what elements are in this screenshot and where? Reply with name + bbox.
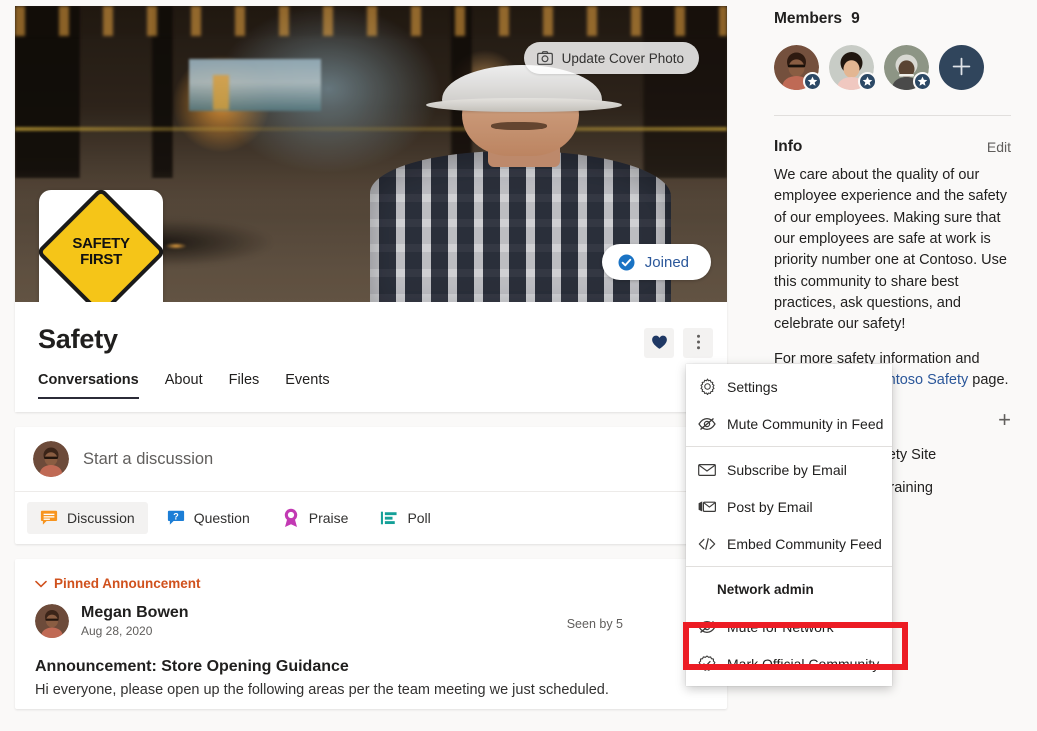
logo-line-2: FIRST: [72, 252, 129, 268]
menu-item-label: Settings: [727, 379, 778, 395]
member-avatar-2[interactable]: [829, 45, 874, 90]
menu-item-mute-for-network[interactable]: Mute for Network: [686, 608, 892, 645]
joined-button[interactable]: Joined: [602, 244, 711, 280]
community-title-row: Safety Conversations About Files Events: [15, 302, 727, 412]
post-type-praise-label: Praise: [309, 510, 349, 526]
post-author-avatar: [35, 604, 69, 638]
post-date: Aug 28, 2020: [81, 624, 189, 638]
praise-icon: [282, 509, 300, 527]
post-type-question-label: Question: [194, 510, 250, 526]
camera-icon: [536, 49, 554, 67]
post-type-question[interactable]: ? Question: [154, 502, 263, 534]
safety-first-sign-icon: SAFETY FIRST: [36, 187, 166, 317]
menu-section-network-admin: Network admin: [686, 571, 892, 608]
post-composer: Start a discussion Discussion ? Question: [15, 427, 727, 544]
info-body-2-suffix: page.: [968, 372, 1008, 388]
menu-item-label: Mark Official Community: [727, 656, 879, 672]
menu-item-settings[interactable]: Settings: [686, 368, 892, 405]
community-logo: SAFETY FIRST: [39, 190, 163, 314]
svg-text:?: ?: [173, 511, 179, 521]
pinned-announcement-label: Pinned Announcement: [54, 576, 201, 591]
update-cover-photo-label: Update Cover Photo: [562, 51, 684, 66]
member-avatar-1[interactable]: [774, 45, 819, 90]
post-seen-by: Seen by 5: [567, 617, 623, 631]
question-icon: ?: [167, 509, 185, 527]
favorite-button[interactable]: [644, 328, 674, 358]
composer-placeholder: Start a discussion: [83, 450, 213, 469]
post-author-name[interactable]: Megan Bowen: [81, 604, 189, 622]
page-title: Safety: [38, 324, 711, 355]
info-body: We care about the quality of our employe…: [774, 165, 1011, 336]
post-type-praise[interactable]: Praise: [269, 502, 362, 534]
info-title: Info: [774, 138, 802, 156]
star-icon: [803, 72, 822, 91]
logo-line-1: SAFETY: [72, 236, 129, 252]
members-title: Members: [774, 10, 842, 28]
members-count: 9: [851, 10, 860, 28]
members-avatars: [774, 45, 1011, 90]
joined-label: Joined: [645, 254, 689, 271]
add-member-button[interactable]: [939, 45, 984, 90]
menu-item-post-by-email[interactable]: Post by Email: [686, 488, 892, 525]
chevron-down-icon: [35, 576, 47, 591]
menu-separator: [686, 566, 892, 567]
community-actions: [644, 328, 713, 358]
star-icon: [858, 72, 877, 91]
community-options-menu: Settings Mute Community in Feed Subscrib…: [686, 364, 892, 686]
plus-icon: [952, 57, 971, 79]
menu-item-mark-official-community[interactable]: Mark Official Community: [686, 645, 892, 682]
mute-feed-icon: [698, 618, 716, 636]
post-body: Hi everyone, please open up the followin…: [35, 680, 707, 701]
menu-separator: [686, 446, 892, 447]
ellipsis-vertical-icon: [696, 333, 701, 354]
star-icon: [913, 72, 932, 91]
post-type-poll-label: Poll: [407, 510, 430, 526]
menu-item-mute-community-in-feed[interactable]: Mute Community in Feed: [686, 405, 892, 442]
post-title: Announcement: Store Opening Guidance: [35, 658, 707, 676]
gear-icon: [698, 378, 716, 396]
members-header: Members 9: [774, 10, 1011, 28]
more-options-button[interactable]: [683, 328, 713, 358]
community-header-card: Update Cover Photo Joined SAFETY FIRST: [15, 6, 727, 412]
mute-feed-icon: [698, 415, 716, 433]
post-type-discussion[interactable]: Discussion: [27, 502, 148, 534]
post-type-discussion-label: Discussion: [67, 510, 135, 526]
tab-conversations[interactable]: Conversations: [38, 372, 139, 399]
post-header: Megan Bowen Aug 28, 2020 Seen by 5: [35, 604, 707, 638]
info-section-header: Info Edit: [774, 138, 1011, 156]
sidebar-divider: [774, 115, 1011, 116]
post-email-icon: [698, 498, 716, 516]
yammer-community-page: Update Cover Photo Joined SAFETY FIRST: [0, 0, 1037, 731]
tab-about[interactable]: About: [165, 372, 203, 399]
tab-files[interactable]: Files: [229, 372, 260, 399]
member-avatar-3[interactable]: [884, 45, 929, 90]
menu-item-label: Embed Community Feed: [727, 536, 882, 552]
menu-item-label: Post by Email: [727, 499, 813, 515]
discussion-icon: [40, 509, 58, 527]
menu-item-label: Mute Community in Feed: [727, 416, 883, 432]
current-user-avatar: [33, 441, 69, 477]
post-type-poll[interactable]: Poll: [367, 502, 443, 534]
menu-item-label: Mute for Network: [727, 619, 834, 635]
poll-icon: [380, 509, 398, 527]
heart-icon: [651, 334, 668, 353]
code-icon: [698, 535, 716, 553]
check-circle-icon: [618, 253, 636, 271]
tab-bar: Conversations About Files Events: [38, 372, 711, 399]
info-edit-link[interactable]: Edit: [987, 139, 1011, 155]
menu-item-label: Subscribe by Email: [727, 462, 847, 478]
add-resource-button[interactable]: +: [998, 409, 1011, 431]
composer-post-types: Discussion ? Question Praise: [15, 492, 727, 544]
menu-item-embed-community-feed[interactable]: Embed Community Feed: [686, 525, 892, 562]
update-cover-photo-button[interactable]: Update Cover Photo: [524, 42, 699, 74]
feed-post: Pinned Announcement Megan Bowen Aug 28, …: [15, 559, 727, 709]
menu-item-subscribe-by-email[interactable]: Subscribe by Email: [686, 451, 892, 488]
composer-input-row[interactable]: Start a discussion: [15, 427, 727, 492]
tab-events[interactable]: Events: [285, 372, 329, 399]
badge-check-icon: [698, 655, 716, 673]
pinned-announcement-header[interactable]: Pinned Announcement: [35, 576, 707, 591]
envelope-icon: [698, 461, 716, 479]
main-content-column: Update Cover Photo Joined SAFETY FIRST: [0, 0, 745, 731]
